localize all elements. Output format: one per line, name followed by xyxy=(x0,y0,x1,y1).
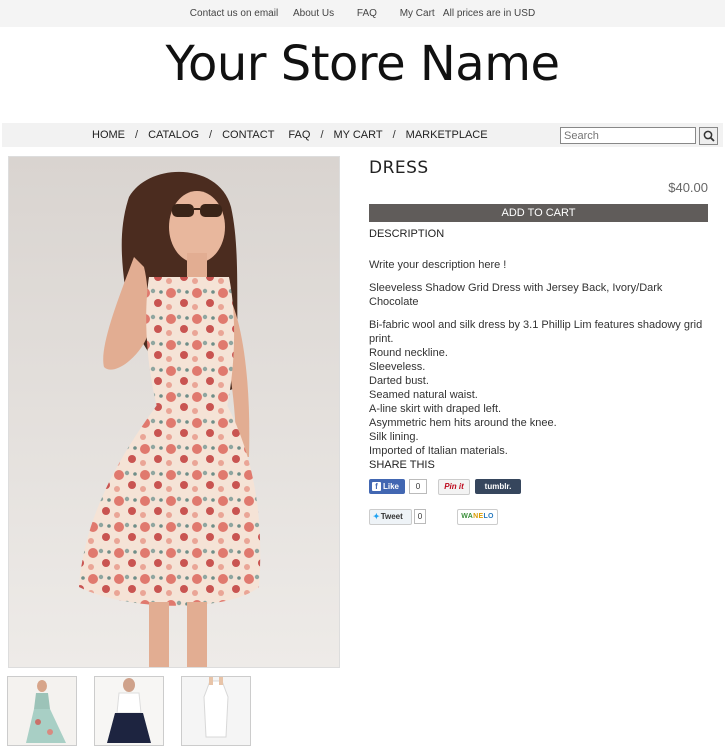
nav-separator: / xyxy=(320,129,324,141)
description-intro: Write your description here ! xyxy=(369,259,507,271)
product-title: DRESS xyxy=(369,158,429,178)
nav-separator: / xyxy=(209,129,213,141)
description-subtitle: Sleeveless Shadow Grid Dress with Jersey… xyxy=(369,282,663,308)
faq-link[interactable]: FAQ xyxy=(357,8,377,19)
twitter-bird-icon: ✦ xyxy=(373,512,380,521)
description-line: A-line skirt with draped left. xyxy=(369,403,502,415)
product-main-image[interactable] xyxy=(8,156,340,668)
thumbnail-dress-image xyxy=(182,677,250,745)
facebook-like-count: 0 xyxy=(409,479,427,494)
description-line: Sleeveless. xyxy=(369,361,426,373)
nav-separator: / xyxy=(392,129,396,141)
thumbnail-2[interactable] xyxy=(94,676,164,746)
thumbnail-dress-image xyxy=(95,677,163,745)
wanelo-logo-part: WA xyxy=(461,513,474,520)
wanelo-logo-part: LO xyxy=(483,513,494,520)
tweet-label: Tweet xyxy=(380,512,403,521)
wanelo-save-button[interactable]: WANELO xyxy=(457,509,498,525)
model-dress-illustration xyxy=(9,157,339,667)
description-line: Asymmetric hem hits around the knee. xyxy=(369,417,557,429)
facebook-icon: f xyxy=(372,482,381,491)
description-line: Round neckline. xyxy=(369,347,448,359)
share-heading: SHARE THIS xyxy=(369,459,435,471)
description-line: Silk lining. xyxy=(369,431,419,443)
tweet-count: 0 xyxy=(414,509,426,524)
store-name[interactable]: Your Store Name xyxy=(0,36,725,92)
description-line: Darted bust. xyxy=(369,375,429,387)
nav-separator: / xyxy=(135,129,139,141)
nav-item-catalog[interactable]: CATALOG xyxy=(148,129,199,141)
product-description: Write your description here ! Sleeveless… xyxy=(369,258,709,458)
my-cart-link[interactable]: My Cart xyxy=(400,8,435,19)
contact-email-link[interactable]: Contact us on email xyxy=(190,8,278,19)
product-price: $40.00 xyxy=(668,180,708,195)
facebook-like-button[interactable]: f Like xyxy=(369,479,405,494)
facebook-like-label: Like xyxy=(383,482,400,491)
search-icon xyxy=(703,130,715,142)
main-nav-bar: HOME / CATALOG / CONTACT FAQ / MY CART / MARKETP… xyxy=(2,123,723,147)
nav-item-marketplace[interactable]: MARKETPLACE xyxy=(406,129,488,141)
thumbnail-1[interactable] xyxy=(7,676,77,746)
main-nav: HOME / CATALOG / CONTACT FAQ / MY CART / MARKETP… xyxy=(92,129,488,141)
description-line: Seamed natural waist. xyxy=(369,389,478,401)
top-utility-bar: Contact us on email About Us FAQ My Cart… xyxy=(0,0,725,27)
pinterest-pin-button[interactable]: Pin it xyxy=(438,479,470,495)
tweet-button[interactable]: ✦Tweet xyxy=(369,509,412,525)
wanelo-logo-part: NE xyxy=(473,513,484,520)
description-line: Bi-fabric wool and silk dress by 3.1 Phi… xyxy=(369,319,703,345)
add-to-cart-button[interactable]: ADD TO CART xyxy=(369,204,708,222)
nav-item-home[interactable]: HOME xyxy=(92,129,125,141)
search-input[interactable] xyxy=(560,127,696,144)
nav-item-contact[interactable]: CONTACT xyxy=(222,129,274,141)
currency-note: All prices are in USD xyxy=(442,8,536,19)
thumbnail-3[interactable] xyxy=(181,676,251,746)
nav-item-my-cart[interactable]: MY CART xyxy=(334,129,383,141)
tumblr-share-button[interactable]: tumblr. xyxy=(475,479,521,494)
nav-item-faq[interactable]: FAQ xyxy=(288,129,310,141)
description-line: Imported of Italian materials. xyxy=(369,445,508,457)
about-us-link[interactable]: About Us xyxy=(293,8,334,19)
top-links: Contact us on email About Us FAQ My Cart… xyxy=(0,8,725,19)
thumbnail-dress-image xyxy=(8,677,76,745)
description-heading: DESCRIPTION xyxy=(369,228,445,240)
search-button[interactable] xyxy=(699,127,718,145)
